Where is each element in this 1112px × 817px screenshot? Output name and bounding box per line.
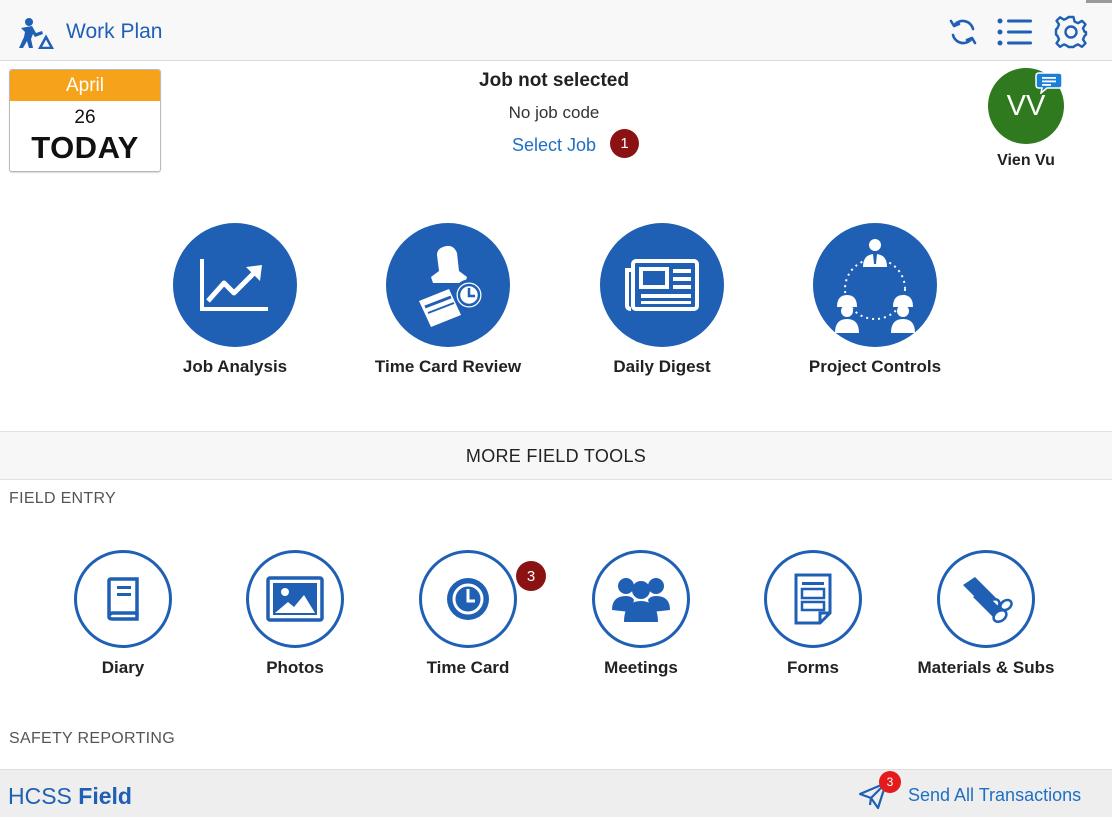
newspaper-icon	[600, 223, 724, 347]
time-card-badge: 3	[516, 561, 546, 591]
gear-icon	[1054, 15, 1088, 49]
status-mark	[1086, 0, 1112, 3]
tool-label: Meetings	[604, 658, 678, 677]
form-icon	[764, 550, 862, 648]
meetings-tool[interactable]: Meetings	[556, 550, 726, 678]
calendar-day: 26	[74, 107, 96, 128]
brand-field: Field	[78, 783, 132, 809]
diary-tool[interactable]: Diary	[38, 550, 208, 678]
tool-label: Time Card	[426, 658, 510, 677]
calendar-today-label: TODAY	[31, 130, 139, 165]
job-analysis-tile[interactable]: Job Analysis	[145, 223, 325, 377]
tile-label: Project Controls	[808, 357, 942, 376]
sync-button[interactable]	[945, 14, 981, 50]
refresh-icon	[949, 19, 977, 45]
bottom-bar: HCSS Field Send All Transactions	[0, 769, 1112, 817]
tool-label: Forms	[787, 658, 839, 677]
brand-hcss: HCSS	[8, 783, 72, 809]
worker-icon[interactable]	[18, 17, 54, 49]
menu-button[interactable]	[997, 14, 1033, 50]
daily-digest-tile[interactable]: Daily Digest	[572, 223, 752, 377]
clock-icon	[419, 550, 517, 648]
calendar-month: April	[10, 70, 160, 101]
field-entry-section-label: FIELD ENTRY	[9, 490, 117, 507]
tool-label: Photos	[266, 658, 324, 677]
job-title: Job not selected	[479, 70, 629, 91]
tool-label: Materials & Subs	[917, 658, 1055, 677]
date-card[interactable]: April 26 TODAY	[9, 69, 161, 172]
send-count-badge: 3	[879, 771, 901, 793]
tile-label: Time Card Review	[374, 357, 522, 376]
people-icon	[592, 550, 690, 648]
job-code: No job code	[508, 103, 600, 122]
send-all-label: Send All Transactions	[908, 784, 1082, 805]
photos-tool[interactable]: Photos	[210, 550, 380, 678]
materials-subs-tool[interactable]: Materials & Subs	[901, 550, 1071, 678]
book-icon	[74, 550, 172, 648]
chart-up-icon	[173, 223, 297, 347]
tool-label: Diary	[101, 658, 145, 677]
chat-bubble-icon[interactable]	[1035, 72, 1063, 94]
select-job-link[interactable]: Select Job	[504, 135, 604, 156]
user-name: Vien Vu	[997, 152, 1055, 169]
page-title: Work Plan	[66, 20, 163, 43]
tile-label: Daily Digest	[613, 357, 711, 376]
safety-reporting-section-label: SAFETY REPORTING	[9, 730, 176, 747]
pipes-icon	[937, 550, 1035, 648]
stamp-clock-icon	[386, 223, 510, 347]
time-card-review-tile[interactable]: Time Card Review	[358, 223, 538, 377]
list-icon	[997, 18, 1032, 46]
settings-button[interactable]	[1053, 14, 1089, 50]
top-bar: Work Plan	[0, 0, 1112, 61]
team-network-icon	[813, 223, 937, 347]
more-field-tools-header: MORE FIELD TOOLS	[0, 431, 1112, 480]
image-icon	[246, 550, 344, 648]
tile-label: Job Analysis	[182, 357, 288, 376]
forms-tool[interactable]: Forms	[728, 550, 898, 678]
job-notification-badge: 1	[610, 129, 639, 158]
project-controls-tile[interactable]: Project Controls	[785, 223, 965, 377]
brand-logo: HCSS Field	[8, 783, 132, 810]
